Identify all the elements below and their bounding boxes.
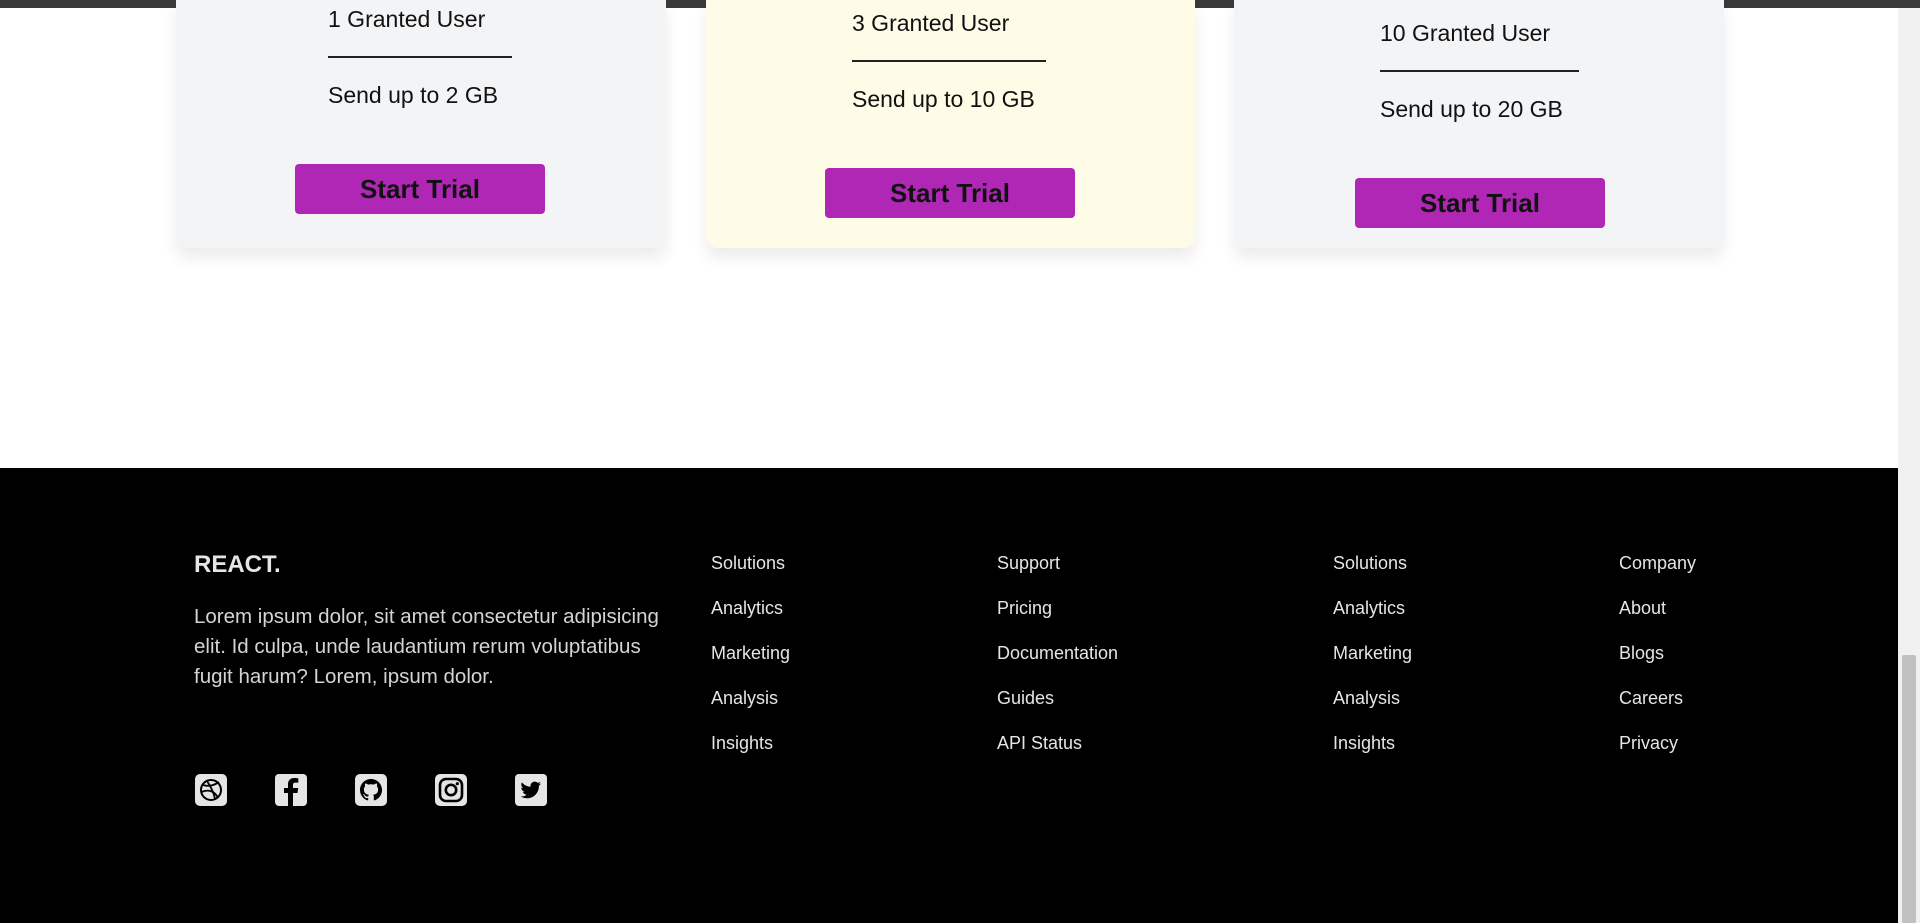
granted-users-text: 10 Granted User	[1380, 20, 1551, 46]
site-footer: REACT. Lorem ipsum dolor, sit amet conse…	[0, 468, 1898, 923]
footer-link[interactable]: Analytics	[1333, 597, 1412, 642]
footer-link[interactable]: Guides	[997, 687, 1118, 732]
footer-link[interactable]: Marketing	[711, 642, 790, 687]
start-trial-button[interactable]: Start Trial	[825, 168, 1075, 218]
footer-link[interactable]: Privacy	[1619, 732, 1696, 777]
footer-link[interactable]: Marketing	[1333, 642, 1412, 687]
footer-column-support: Support Pricing Documentation Guides API…	[997, 552, 1118, 777]
pricing-card-premium: 10 Granted User Send up to 20 GB Start T…	[1234, 0, 1724, 248]
scrollbar-thumb[interactable]	[1902, 655, 1916, 923]
footer-link[interactable]: Analysis	[711, 687, 790, 732]
footer-column-company: Company About Blogs Careers Privacy	[1619, 552, 1696, 777]
footer-column-heading[interactable]: Support	[997, 552, 1118, 597]
footer-link[interactable]: Documentation	[997, 642, 1118, 687]
footer-link[interactable]: Pricing	[997, 597, 1118, 642]
footer-link[interactable]: API Status	[997, 732, 1118, 777]
footer-description: Lorem ipsum dolor, sit amet consectetur …	[194, 605, 659, 688]
footer-column-solutions-2: Solutions Analytics Marketing Analysis I…	[1333, 552, 1412, 777]
divider	[328, 56, 512, 58]
storage-limit-text: Send up to 2 GB	[328, 82, 499, 108]
footer-link[interactable]: Insights	[711, 732, 790, 777]
storage-limit-text: Send up to 20 GB	[1380, 96, 1563, 122]
pricing-card-standard: 3 Granted User Send up to 10 GB Start Tr…	[706, 0, 1195, 248]
divider	[852, 60, 1046, 62]
footer-column-solutions: Solutions Analytics Marketing Analysis I…	[711, 552, 790, 777]
footer-column-heading[interactable]: Solutions	[1333, 552, 1412, 597]
footer-column-heading[interactable]: Solutions	[711, 552, 790, 597]
page: 1 Granted User Send up to 2 GB Start Tri…	[0, 0, 1898, 923]
footer-link[interactable]: About	[1619, 597, 1696, 642]
dribbble-icon[interactable]	[194, 773, 228, 807]
footer-column-heading[interactable]: Company	[1619, 552, 1696, 597]
github-icon[interactable]	[354, 773, 388, 807]
start-trial-button[interactable]: Start Trial	[295, 164, 545, 214]
twitter-icon[interactable]	[514, 773, 548, 807]
vertical-scrollbar[interactable]	[1898, 8, 1920, 923]
storage-limit-text: Send up to 10 GB	[852, 86, 1035, 112]
granted-users-text: 1 Granted User	[328, 6, 486, 32]
granted-users-text: 3 Granted User	[852, 10, 1010, 36]
footer-link[interactable]: Analytics	[711, 597, 790, 642]
footer-brand[interactable]: REACT.	[194, 551, 281, 579]
divider	[1380, 70, 1579, 72]
footer-link[interactable]: Analysis	[1333, 687, 1412, 732]
social-links	[194, 773, 548, 807]
footer-link[interactable]: Careers	[1619, 687, 1696, 732]
facebook-icon[interactable]	[274, 773, 308, 807]
start-trial-button[interactable]: Start Trial	[1355, 178, 1605, 228]
instagram-icon[interactable]	[434, 773, 468, 807]
pricing-card-basic: 1 Granted User Send up to 2 GB Start Tri…	[176, 0, 666, 248]
footer-link[interactable]: Insights	[1333, 732, 1412, 777]
footer-link[interactable]: Blogs	[1619, 642, 1696, 687]
